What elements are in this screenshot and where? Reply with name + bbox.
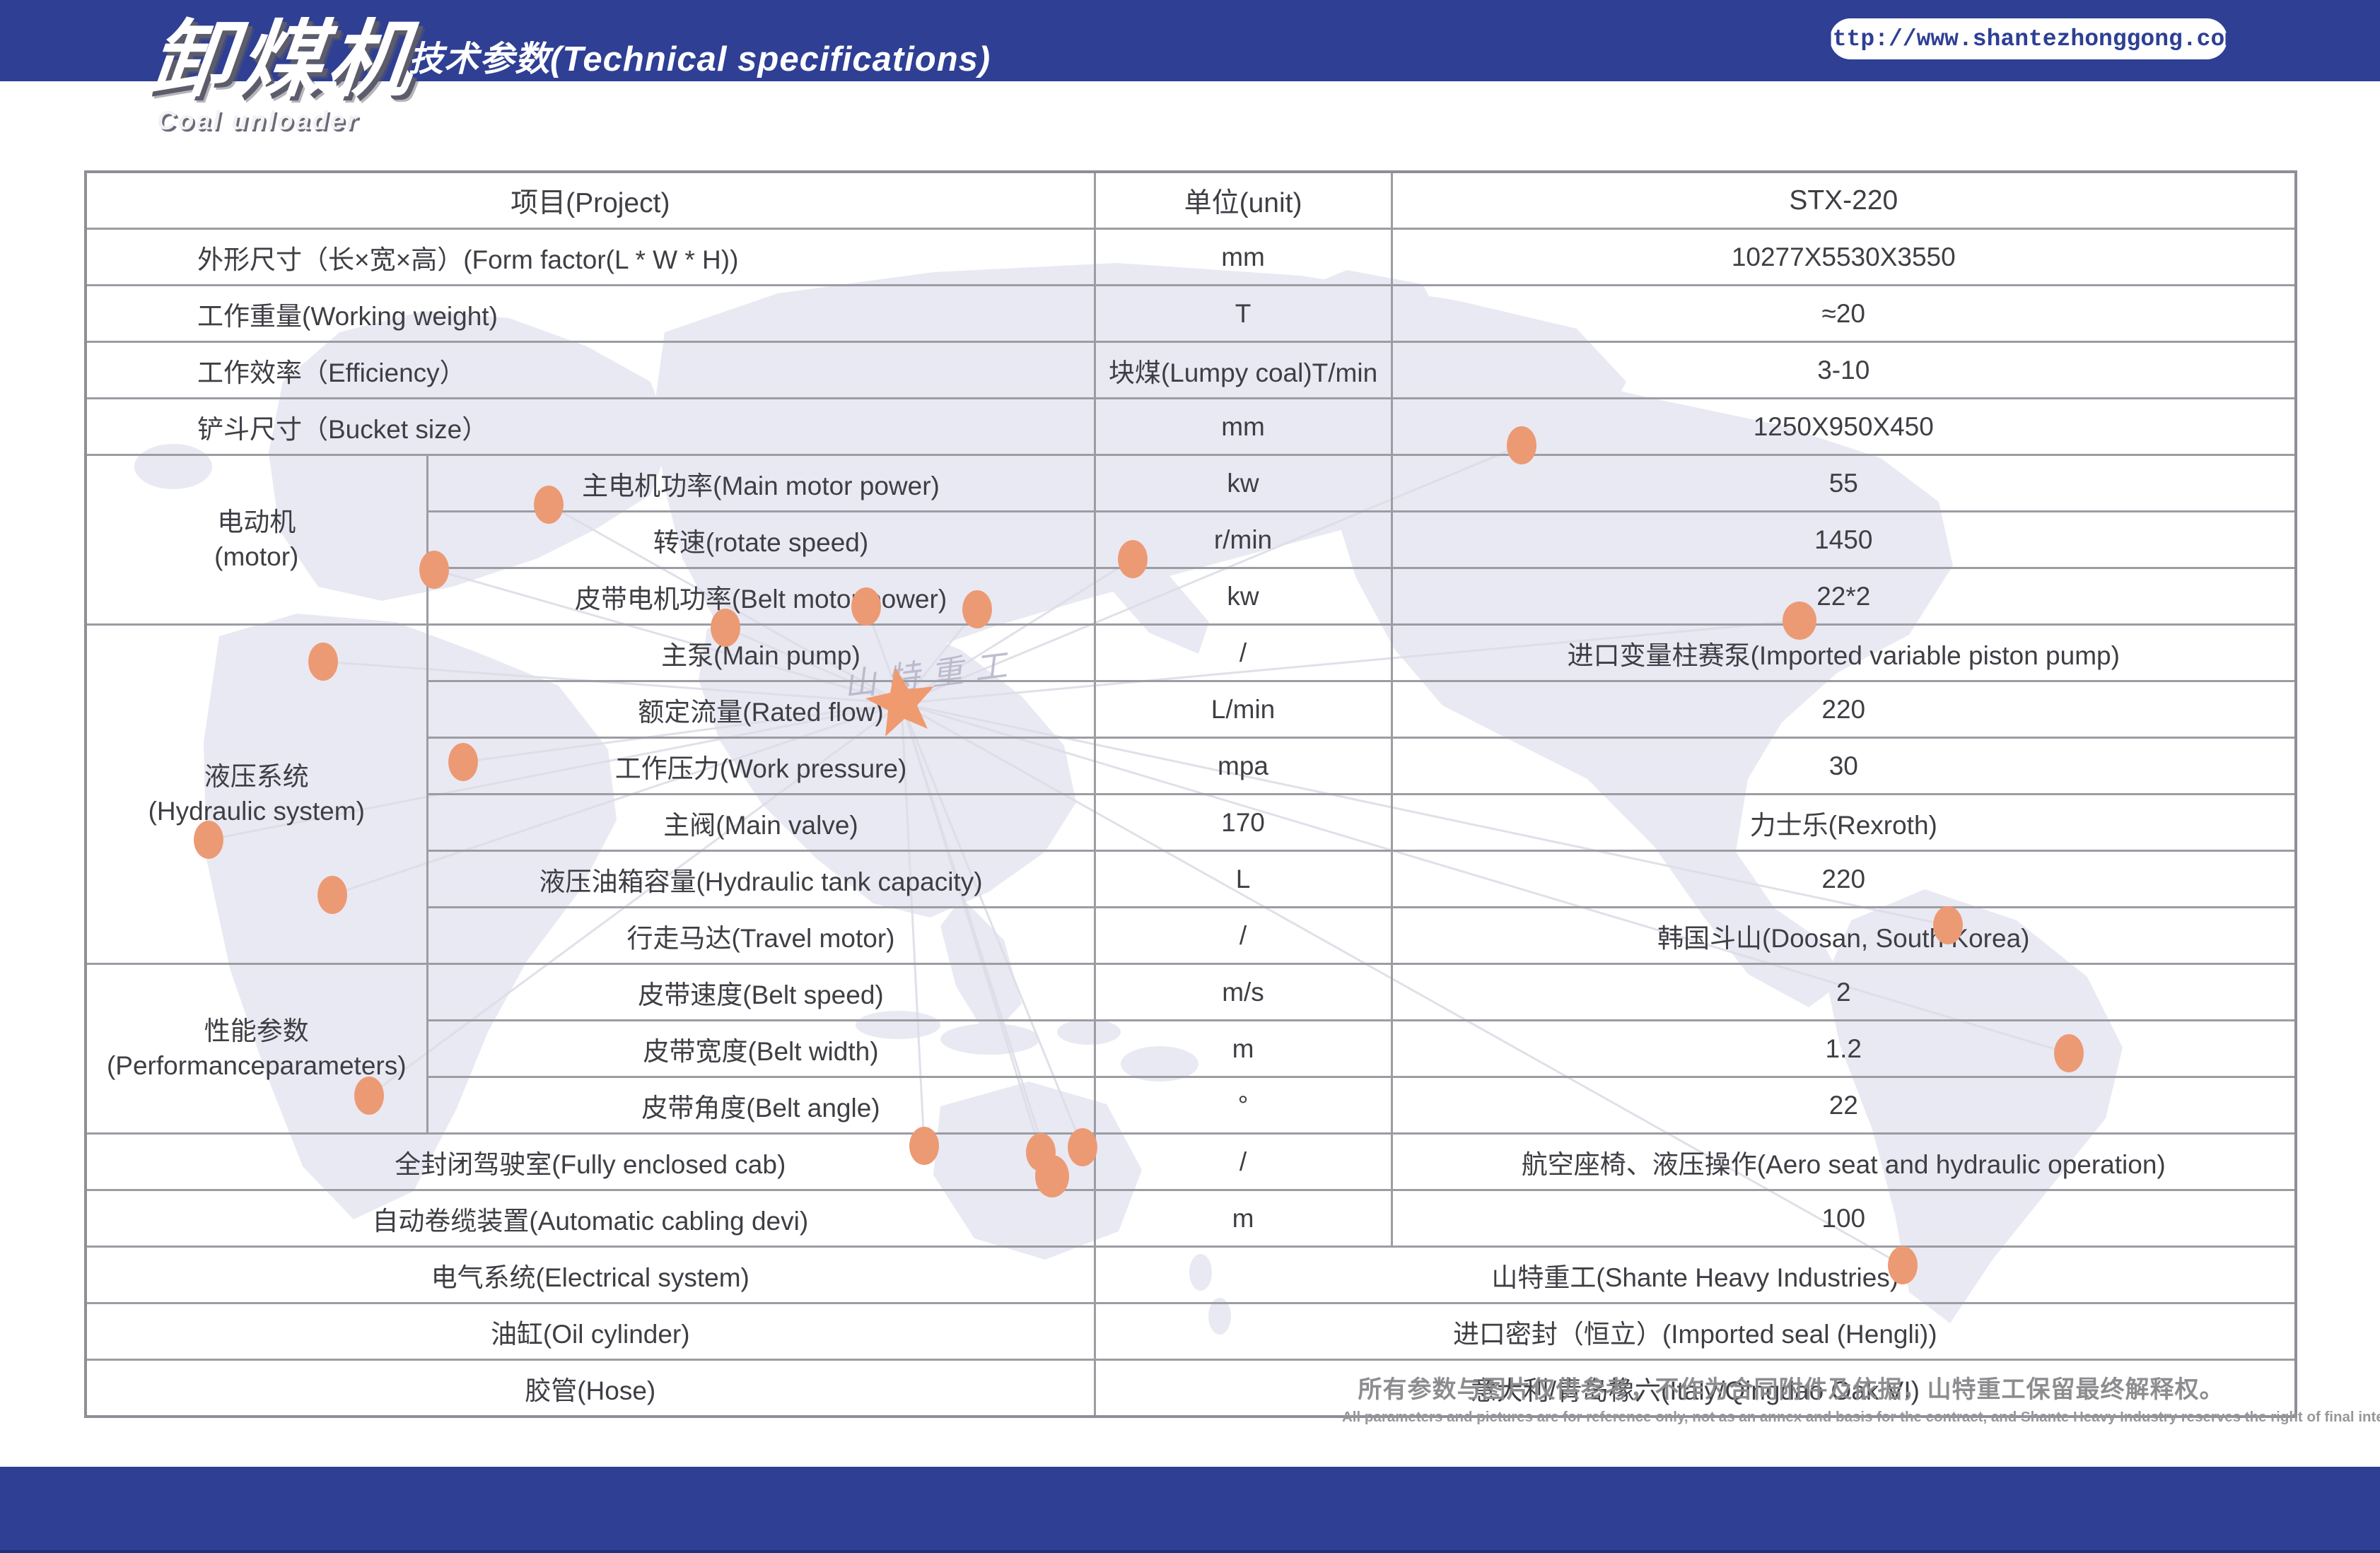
row-unit: m [1095, 1190, 1392, 1247]
col-header-unit: 单位(unit) [1095, 172, 1392, 229]
page-title: 技术参数(Technical specifications) [409, 31, 991, 81]
group-category-performance: 性能参数 (Performanceparameters) [86, 964, 427, 1134]
row-label: 电气系统(Electrical system) [86, 1247, 1095, 1303]
row-unit: mm [1095, 229, 1392, 286]
category-cn: 性能参数 [87, 1014, 426, 1049]
row-label: 行走马达(Travel motor) [427, 908, 1095, 964]
table-row: 电动机 (motor) 主电机功率(Main motor power) kw 5… [86, 455, 2296, 512]
row-label: 油缸(Oil cylinder) [86, 1303, 1095, 1360]
row-unit: T [1095, 286, 1392, 342]
website-url-pill[interactable]: Http://www.shantezhonggong.com [1830, 18, 2227, 59]
logo: 卸煤机 Coal unloader [150, 17, 417, 136]
row-value: ≈20 [1392, 286, 2296, 342]
logo-en-text: Coal unloader [157, 106, 417, 136]
row-value: 进口变量柱赛泵(Imported variable piston pump) [1392, 625, 2296, 681]
table-row: 工作效率（Efficiency） 块煤(Lumpy coal)T/min 3-1… [86, 342, 2296, 399]
row-unit: m/s [1095, 964, 1392, 1021]
row-label: 外形尺寸（长×宽×高）(Form factor(L * W * H)) [86, 229, 1095, 286]
row-value: 30 [1392, 738, 2296, 795]
table-header-row: 项目(Project) 单位(unit) STX-220 [86, 172, 2296, 229]
category-en: (Hydraulic system) [87, 795, 426, 829]
row-unit: / [1095, 1134, 1392, 1190]
row-unit: 170 [1095, 795, 1392, 851]
row-unit: mm [1095, 399, 1392, 455]
table-row: 油缸(Oil cylinder) 进口密封（恒立）(Imported seal … [86, 1303, 2296, 1360]
row-label: 皮带角度(Belt angle) [427, 1077, 1095, 1134]
row-label: 胶管(Hose) [86, 1360, 1095, 1417]
row-unit: ° [1095, 1077, 1392, 1134]
row-unit: 块煤(Lumpy coal)T/min [1095, 342, 1392, 399]
table-row: 外形尺寸（长×宽×高）(Form factor(L * W * H)) mm 1… [86, 229, 2296, 286]
group-category-motor: 电动机 (motor) [86, 455, 427, 625]
row-value: 山特重工(Shante Heavy Industries) [1095, 1247, 2296, 1303]
row-label: 主泵(Main pump) [427, 625, 1095, 681]
col-header-model: STX-220 [1392, 172, 2296, 229]
row-value: 力士乐(Rexroth) [1392, 795, 2296, 851]
table-row: 性能参数 (Performanceparameters) 皮带速度(Belt s… [86, 964, 2296, 1021]
row-unit: L [1095, 851, 1392, 908]
row-value: 韩国斗山(Doosan, South Korea) [1392, 908, 2296, 964]
row-value: 1.2 [1392, 1021, 2296, 1077]
row-value: 220 [1392, 681, 2296, 738]
row-label: 铲斗尺寸（Bucket size） [86, 399, 1095, 455]
disclaimer-en: All parameters and pictures are for refe… [1342, 1409, 2240, 1426]
row-value: 1450 [1392, 512, 2296, 568]
category-cn: 电动机 [87, 505, 426, 540]
row-label: 工作压力(Work pressure) [427, 738, 1095, 795]
row-value: 1250X950X450 [1392, 399, 2296, 455]
category-cn: 液压系统 [87, 760, 426, 795]
row-value: 2 [1392, 964, 2296, 1021]
disclaimer: 所有参数与图片仅供参考，不作为合同附件及依据，山特重工保留最终解释权。 All … [1342, 1370, 2240, 1426]
row-label: 液压油箱容量(Hydraulic tank capacity) [427, 851, 1095, 908]
row-value: 100 [1392, 1190, 2296, 1247]
row-unit: mpa [1095, 738, 1392, 795]
row-label: 皮带宽度(Belt width) [427, 1021, 1095, 1077]
row-value: 55 [1392, 455, 2296, 512]
spec-table-container: 项目(Project) 单位(unit) STX-220 外形尺寸（长×宽×高）… [84, 170, 2297, 1418]
row-value: 22 [1392, 1077, 2296, 1134]
disclaimer-cn: 所有参数与图片仅供参考，不作为合同附件及依据，山特重工保留最终解释权。 [1342, 1370, 2240, 1405]
table-row: 铲斗尺寸（Bucket size） mm 1250X950X450 [86, 399, 2296, 455]
table-row: 液压系统 (Hydraulic system) 主泵(Main pump) / … [86, 625, 2296, 681]
spec-table: 项目(Project) 单位(unit) STX-220 外形尺寸（长×宽×高）… [84, 170, 2297, 1418]
row-label: 皮带电机功率(Belt motor power) [427, 568, 1095, 625]
row-label: 主电机功率(Main motor power) [427, 455, 1095, 512]
row-value: 3-10 [1392, 342, 2296, 399]
row-label: 转速(rotate speed) [427, 512, 1095, 568]
table-row: 自动卷缆装置(Automatic cabling devi) m 100 [86, 1190, 2296, 1247]
row-label: 皮带速度(Belt speed) [427, 964, 1095, 1021]
row-label: 自动卷缆装置(Automatic cabling devi) [86, 1190, 1095, 1247]
row-unit: / [1095, 908, 1392, 964]
row-label: 工作效率（Efficiency） [86, 342, 1095, 399]
row-unit: / [1095, 625, 1392, 681]
table-row: 电气系统(Electrical system) 山特重工(Shante Heav… [86, 1247, 2296, 1303]
group-category-hydraulic: 液压系统 (Hydraulic system) [86, 625, 427, 964]
footer-bar [0, 1467, 2380, 1553]
row-label: 主阀(Main valve) [427, 795, 1095, 851]
row-unit: r/min [1095, 512, 1392, 568]
row-value: 22*2 [1392, 568, 2296, 625]
row-label: 工作重量(Working weight) [86, 286, 1095, 342]
row-unit: kw [1095, 568, 1392, 625]
row-value: 220 [1392, 851, 2296, 908]
table-row: 工作重量(Working weight) T ≈20 [86, 286, 2296, 342]
logo-cn-text: 卸煤机 [145, 17, 421, 105]
row-value: 航空座椅、液压操作(Aero seat and hydraulic operat… [1392, 1134, 2296, 1190]
row-unit: L/min [1095, 681, 1392, 738]
category-en: (Performanceparameters) [87, 1049, 426, 1084]
row-value: 进口密封（恒立）(Imported seal (Hengli)) [1095, 1303, 2296, 1360]
table-row: 全封闭驾驶室(Fully enclosed cab) / 航空座椅、液压操作(A… [86, 1134, 2296, 1190]
row-unit: m [1095, 1021, 1392, 1077]
category-en: (motor) [87, 540, 426, 575]
col-header-project: 项目(Project) [86, 172, 1095, 229]
row-label: 额定流量(Rated flow) [427, 681, 1095, 738]
row-value: 10277X5530X3550 [1392, 229, 2296, 286]
row-unit: kw [1095, 455, 1392, 512]
row-label: 全封闭驾驶室(Fully enclosed cab) [86, 1134, 1095, 1190]
